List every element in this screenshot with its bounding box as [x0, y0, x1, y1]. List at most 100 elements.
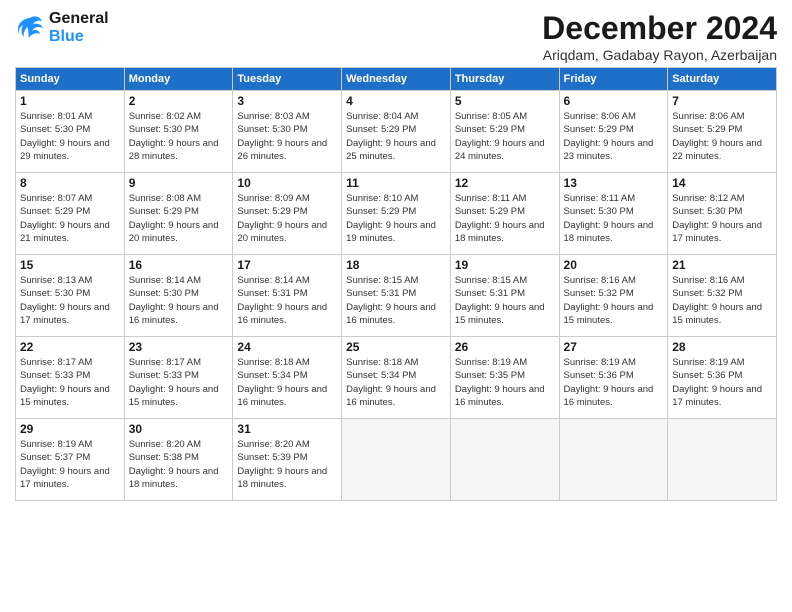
sunset-label: Sunset: 5:34 PM — [237, 370, 307, 381]
daylight-label: Daylight: 9 hours and 15 minutes. — [455, 302, 545, 326]
daylight-label: Daylight: 9 hours and 20 minutes. — [237, 220, 327, 244]
day-info: Sunrise: 8:12 AM Sunset: 5:30 PM Dayligh… — [672, 192, 772, 245]
day-number: 18 — [346, 258, 446, 272]
col-wednesday: Wednesday — [342, 68, 451, 91]
daylight-label: Daylight: 9 hours and 15 minutes. — [20, 384, 110, 408]
day-info: Sunrise: 8:02 AM Sunset: 5:30 PM Dayligh… — [129, 110, 229, 163]
day-info: Sunrise: 8:10 AM Sunset: 5:29 PM Dayligh… — [346, 192, 446, 245]
sunset-label: Sunset: 5:31 PM — [237, 288, 307, 299]
day-info: Sunrise: 8:17 AM Sunset: 5:33 PM Dayligh… — [20, 356, 120, 409]
day-number: 17 — [237, 258, 337, 272]
day-number: 30 — [129, 422, 229, 436]
calendar-cell: 11 Sunrise: 8:10 AM Sunset: 5:29 PM Dayl… — [342, 173, 451, 255]
calendar-cell: 12 Sunrise: 8:11 AM Sunset: 5:29 PM Dayl… — [450, 173, 559, 255]
calendar-cell: 13 Sunrise: 8:11 AM Sunset: 5:30 PM Dayl… — [559, 173, 668, 255]
day-number: 1 — [20, 94, 120, 108]
sunset-label: Sunset: 5:29 PM — [129, 206, 199, 217]
daylight-label: Daylight: 9 hours and 17 minutes. — [20, 302, 110, 326]
sunset-label: Sunset: 5:30 PM — [129, 124, 199, 135]
sunset-label: Sunset: 5:30 PM — [129, 288, 199, 299]
sunset-label: Sunset: 5:33 PM — [129, 370, 199, 381]
sunset-label: Sunset: 5:30 PM — [20, 124, 90, 135]
sunset-label: Sunset: 5:36 PM — [564, 370, 634, 381]
day-info: Sunrise: 8:01 AM Sunset: 5:30 PM Dayligh… — [20, 110, 120, 163]
calendar-cell: 28 Sunrise: 8:19 AM Sunset: 5:36 PM Dayl… — [668, 337, 777, 419]
sunset-label: Sunset: 5:30 PM — [672, 206, 742, 217]
day-info: Sunrise: 8:19 AM Sunset: 5:37 PM Dayligh… — [20, 438, 120, 491]
calendar-cell: 3 Sunrise: 8:03 AM Sunset: 5:30 PM Dayli… — [233, 91, 342, 173]
calendar-cell: 30 Sunrise: 8:20 AM Sunset: 5:38 PM Dayl… — [124, 419, 233, 501]
title-section: December 2024 Ariqdam, Gadabay Rayon, Az… — [542, 10, 777, 63]
day-number: 3 — [237, 94, 337, 108]
calendar-cell — [450, 419, 559, 501]
col-saturday: Saturday — [668, 68, 777, 91]
header: General Blue December 2024 Ariqdam, Gada… — [15, 10, 777, 63]
col-friday: Friday — [559, 68, 668, 91]
daylight-label: Daylight: 9 hours and 18 minutes. — [455, 220, 545, 244]
day-info: Sunrise: 8:14 AM Sunset: 5:30 PM Dayligh… — [129, 274, 229, 327]
day-number: 22 — [20, 340, 120, 354]
calendar-cell: 10 Sunrise: 8:09 AM Sunset: 5:29 PM Dayl… — [233, 173, 342, 255]
sunrise-label: Sunrise: 8:18 AM — [346, 357, 418, 368]
sunrise-label: Sunrise: 8:07 AM — [20, 193, 92, 204]
day-info: Sunrise: 8:16 AM Sunset: 5:32 PM Dayligh… — [672, 274, 772, 327]
logo-icon — [15, 13, 45, 43]
day-number: 16 — [129, 258, 229, 272]
sunset-label: Sunset: 5:32 PM — [672, 288, 742, 299]
sunset-label: Sunset: 5:29 PM — [672, 124, 742, 135]
daylight-label: Daylight: 9 hours and 28 minutes. — [129, 138, 219, 162]
sunset-label: Sunset: 5:32 PM — [564, 288, 634, 299]
daylight-label: Daylight: 9 hours and 17 minutes. — [20, 466, 110, 490]
day-number: 5 — [455, 94, 555, 108]
day-number: 8 — [20, 176, 120, 190]
day-number: 24 — [237, 340, 337, 354]
sunset-label: Sunset: 5:36 PM — [672, 370, 742, 381]
sunrise-label: Sunrise: 8:01 AM — [20, 111, 92, 122]
sunset-label: Sunset: 5:29 PM — [346, 206, 416, 217]
day-info: Sunrise: 8:11 AM Sunset: 5:29 PM Dayligh… — [455, 192, 555, 245]
sunset-label: Sunset: 5:37 PM — [20, 452, 90, 463]
sunrise-label: Sunrise: 8:20 AM — [237, 439, 309, 450]
sunrise-label: Sunrise: 8:14 AM — [237, 275, 309, 286]
calendar-cell: 14 Sunrise: 8:12 AM Sunset: 5:30 PM Dayl… — [668, 173, 777, 255]
daylight-label: Daylight: 9 hours and 26 minutes. — [237, 138, 327, 162]
daylight-label: Daylight: 9 hours and 15 minutes. — [129, 384, 219, 408]
daylight-label: Daylight: 9 hours and 17 minutes. — [672, 384, 762, 408]
day-info: Sunrise: 8:03 AM Sunset: 5:30 PM Dayligh… — [237, 110, 337, 163]
daylight-label: Daylight: 9 hours and 16 minutes. — [455, 384, 545, 408]
day-number: 14 — [672, 176, 772, 190]
calendar-cell: 5 Sunrise: 8:05 AM Sunset: 5:29 PM Dayli… — [450, 91, 559, 173]
day-info: Sunrise: 8:04 AM Sunset: 5:29 PM Dayligh… — [346, 110, 446, 163]
sunrise-label: Sunrise: 8:08 AM — [129, 193, 201, 204]
day-info: Sunrise: 8:14 AM Sunset: 5:31 PM Dayligh… — [237, 274, 337, 327]
sunset-label: Sunset: 5:29 PM — [20, 206, 90, 217]
calendar-cell — [342, 419, 451, 501]
sunrise-label: Sunrise: 8:06 AM — [564, 111, 636, 122]
daylight-label: Daylight: 9 hours and 18 minutes. — [237, 466, 327, 490]
day-info: Sunrise: 8:20 AM Sunset: 5:38 PM Dayligh… — [129, 438, 229, 491]
logo: General Blue — [15, 10, 109, 46]
daylight-label: Daylight: 9 hours and 19 minutes. — [346, 220, 436, 244]
day-number: 6 — [564, 94, 664, 108]
day-info: Sunrise: 8:18 AM Sunset: 5:34 PM Dayligh… — [237, 356, 337, 409]
sunrise-label: Sunrise: 8:13 AM — [20, 275, 92, 286]
day-number: 26 — [455, 340, 555, 354]
day-number: 28 — [672, 340, 772, 354]
day-number: 11 — [346, 176, 446, 190]
col-monday: Monday — [124, 68, 233, 91]
calendar-cell: 24 Sunrise: 8:18 AM Sunset: 5:34 PM Dayl… — [233, 337, 342, 419]
daylight-label: Daylight: 9 hours and 16 minutes. — [237, 384, 327, 408]
calendar-cell — [668, 419, 777, 501]
day-info: Sunrise: 8:15 AM Sunset: 5:31 PM Dayligh… — [346, 274, 446, 327]
calendar-cell: 15 Sunrise: 8:13 AM Sunset: 5:30 PM Dayl… — [16, 255, 125, 337]
day-info: Sunrise: 8:18 AM Sunset: 5:34 PM Dayligh… — [346, 356, 446, 409]
day-number: 25 — [346, 340, 446, 354]
sunrise-label: Sunrise: 8:19 AM — [564, 357, 636, 368]
calendar-cell: 26 Sunrise: 8:19 AM Sunset: 5:35 PM Dayl… — [450, 337, 559, 419]
sunset-label: Sunset: 5:33 PM — [20, 370, 90, 381]
sunrise-label: Sunrise: 8:02 AM — [129, 111, 201, 122]
calendar-cell: 21 Sunrise: 8:16 AM Sunset: 5:32 PM Dayl… — [668, 255, 777, 337]
month-title: December 2024 — [542, 10, 777, 47]
calendar-week-row: 29 Sunrise: 8:19 AM Sunset: 5:37 PM Dayl… — [16, 419, 777, 501]
daylight-label: Daylight: 9 hours and 16 minutes. — [237, 302, 327, 326]
